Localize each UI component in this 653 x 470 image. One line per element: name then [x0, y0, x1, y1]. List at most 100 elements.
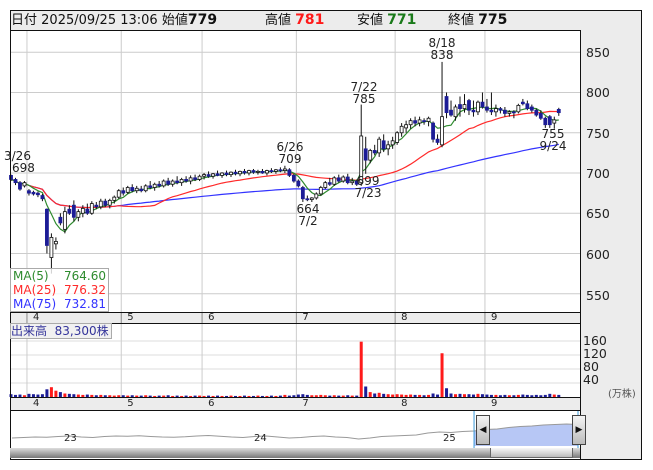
volume-unit: (万株)	[608, 389, 636, 400]
volume-bar	[480, 394, 484, 397]
candle-body	[282, 168, 287, 171]
candle-body	[404, 124, 409, 129]
month-tick: 6	[208, 312, 215, 323]
volume-bar	[305, 394, 309, 397]
candle-body	[489, 109, 494, 113]
volume-bar	[364, 386, 368, 397]
candle-body	[318, 187, 323, 195]
volume-bar	[319, 394, 323, 397]
candle-body	[166, 180, 171, 185]
candle-body	[390, 140, 395, 146]
volume-bar	[90, 394, 94, 397]
candle-body	[76, 211, 81, 218]
volume-bar	[211, 395, 215, 397]
candle-body	[408, 120, 413, 126]
volume-bar	[278, 395, 282, 397]
volume-bar	[494, 394, 498, 397]
volume-bar	[471, 394, 475, 397]
candle-body	[80, 208, 85, 214]
volume-bar	[103, 395, 107, 397]
candle-body	[62, 211, 67, 230]
month-tick: 4	[32, 398, 40, 409]
volume-bar	[355, 395, 359, 397]
candle-body	[18, 182, 22, 190]
candle-body	[291, 175, 296, 182]
volume-bar	[54, 390, 58, 397]
candle-body	[251, 170, 256, 173]
candle-body	[179, 179, 184, 184]
volume-bar	[341, 395, 345, 397]
range-end-handle[interactable]: ▶	[572, 415, 586, 445]
volume-bar	[404, 394, 408, 397]
high-value: 781	[295, 12, 325, 28]
volume-bar	[216, 395, 220, 397]
volume-bar	[31, 394, 35, 397]
candle-body	[31, 191, 36, 195]
right-arrow-icon: ▶	[575, 425, 583, 435]
candle-body	[45, 208, 49, 246]
candle-body	[188, 177, 193, 182]
volume-bar	[18, 394, 22, 397]
candle-body	[197, 175, 202, 180]
range-start-handle[interactable]: ◀	[476, 415, 490, 445]
price-tick: 600	[586, 247, 610, 262]
navigator-year-label: 23	[64, 433, 77, 444]
month-tick: 9	[490, 312, 498, 323]
volume-bar	[166, 395, 170, 397]
candle-body	[89, 203, 94, 214]
volume-bar	[256, 395, 260, 397]
volume-bar	[157, 395, 161, 397]
volume-bar	[171, 395, 175, 397]
candle-body	[336, 177, 341, 182]
low-value: 771	[387, 12, 417, 28]
volume-bar	[512, 395, 516, 397]
candle-body	[242, 170, 247, 174]
candle-body	[386, 144, 391, 150]
annotation-value: 709	[278, 152, 302, 166]
date-value: 2025/09/25 13:06	[41, 13, 158, 28]
volume-bar	[117, 395, 121, 397]
candle-body	[202, 174, 206, 177]
volume-bar	[557, 394, 561, 397]
candle-body	[103, 200, 108, 206]
candle-body	[426, 117, 431, 122]
volume-bar	[76, 394, 80, 397]
candle-body	[498, 108, 503, 111]
scrollbar-thumb[interactable]	[490, 448, 573, 458]
volume-bar	[377, 392, 381, 397]
volume-bar	[467, 394, 471, 397]
volume-bar	[521, 394, 525, 397]
volume-bar	[337, 395, 341, 397]
ma-legend: MA(5) 764.60 MA(25) 776.32 MA(75) 732.81	[10, 268, 109, 312]
candle-body	[125, 187, 130, 193]
candle-body	[431, 122, 435, 140]
candle-body	[556, 109, 561, 114]
candle-body	[22, 182, 27, 187]
candle-body	[314, 193, 319, 199]
volume-bar	[72, 394, 76, 397]
candle-body	[444, 96, 449, 114]
candle-body	[13, 179, 18, 184]
volume-bar	[63, 393, 67, 397]
volume-bar	[40, 394, 44, 397]
annotation-value: 698	[12, 161, 35, 175]
candle-body	[40, 195, 45, 200]
candle-body	[399, 125, 404, 134]
volume-bar	[22, 395, 26, 397]
candle-body	[449, 109, 453, 116]
month-tick: 7	[302, 312, 309, 323]
volume-bar	[503, 394, 507, 397]
ma5-value: 764.60	[64, 269, 106, 283]
volume-bar	[498, 395, 502, 397]
volume-bar	[422, 395, 426, 397]
candle-body	[85, 208, 90, 214]
candle-body	[494, 108, 498, 113]
volume-bar	[220, 395, 224, 397]
low-label: 安値	[357, 13, 384, 28]
volume-bar	[27, 393, 31, 397]
month-tick: 9	[490, 398, 498, 409]
candle-body	[485, 106, 489, 111]
candle-body	[143, 185, 148, 192]
volume-bar	[13, 394, 17, 397]
volume-bar	[260, 395, 264, 397]
